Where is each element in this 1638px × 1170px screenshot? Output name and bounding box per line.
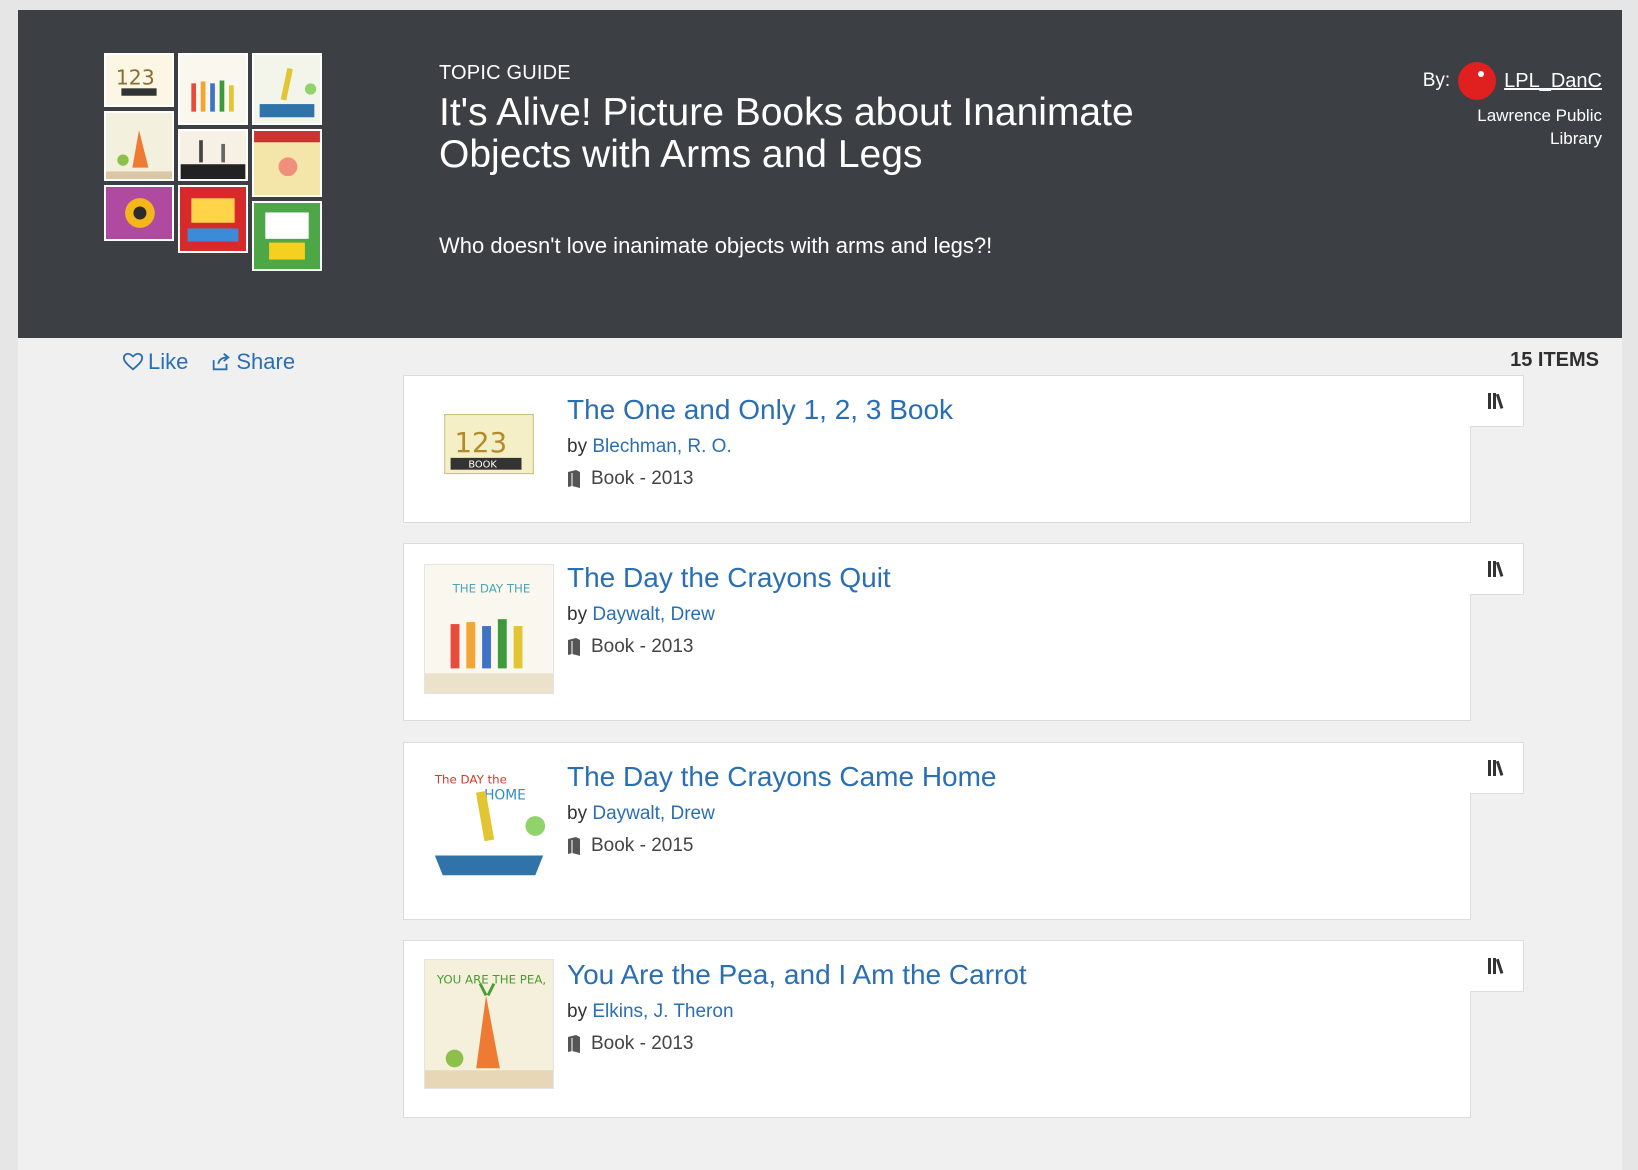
- collage-cover: [178, 53, 248, 125]
- item-format: Book - 2013: [567, 1033, 693, 1055]
- item-title-link[interactable]: The One and Only 1, 2, 3 Book: [567, 394, 953, 426]
- page-frame: 123 TOPIC GUIDE It's Alive! Picture Book…: [18, 10, 1622, 1170]
- share-button[interactable]: Share: [210, 349, 295, 375]
- author-link[interactable]: Daywalt, Drew: [592, 604, 714, 625]
- guide-description: Who doesn't love inanimate objects with …: [439, 233, 993, 258]
- book-icon: [568, 1035, 580, 1053]
- format-text: Book - 2013: [591, 1033, 694, 1054]
- cover-collage: 123: [104, 53, 344, 293]
- collage-cover: [104, 111, 174, 181]
- add-to-shelf-button[interactable]: [1470, 375, 1524, 427]
- format-text: Book - 2013: [591, 636, 694, 657]
- collage-cover: [104, 185, 174, 241]
- avatar[interactable]: [1458, 62, 1497, 100]
- by-text: by: [567, 436, 588, 457]
- by-text: by: [567, 803, 588, 824]
- like-button[interactable]: Like: [122, 349, 188, 375]
- bookshelf-icon: [1487, 561, 1503, 577]
- item-format: Book - 2015: [567, 835, 693, 857]
- by-label: By:: [1422, 70, 1451, 91]
- item-format: Book - 2013: [567, 636, 693, 658]
- like-label: Like: [148, 349, 189, 374]
- add-to-shelf-button[interactable]: [1470, 543, 1524, 595]
- list-item: THE DAY THE The Day the Crayons Quit by …: [403, 543, 1471, 721]
- collage-cover: [252, 201, 322, 271]
- author-organization: Lawrence Public Library: [1423, 104, 1602, 150]
- item-format: Book - 2013: [567, 468, 693, 490]
- svg-text:123: 123: [116, 66, 155, 90]
- svg-text:BOOK: BOOK: [468, 460, 497, 471]
- format-text: Book - 2015: [591, 835, 694, 856]
- item-author: by Daywalt, Drew: [567, 604, 715, 626]
- format-text: Book - 2013: [591, 468, 694, 489]
- collage-cover: 123: [104, 53, 174, 107]
- list-item: 123 BOOK The One and Only 1, 2, 3 Book by…: [403, 375, 1471, 523]
- book-icon: [568, 638, 580, 656]
- book-icon: [568, 837, 580, 855]
- author-link[interactable]: Daywalt, Drew: [592, 803, 714, 824]
- svg-text:123: 123: [455, 427, 508, 459]
- item-title-link[interactable]: The Day the Crayons Came Home: [567, 761, 997, 793]
- collage-cover: [252, 129, 322, 197]
- topic-guide-label: TOPIC GUIDE: [439, 62, 571, 84]
- items-count: 15 ITEMS: [1510, 349, 1599, 371]
- svg-text:HOME: HOME: [484, 787, 526, 803]
- book-cover[interactable]: THE DAY THE: [424, 564, 554, 694]
- byline: By: LPL_DanC Lawrence Public Library: [1423, 62, 1602, 150]
- item-author: by Blechman, R. O.: [567, 436, 732, 458]
- page-title: It's Alive! Picture Books about Inanimat…: [439, 91, 1134, 176]
- author-link[interactable]: LPL_DanC: [1504, 70, 1602, 93]
- author-link[interactable]: Elkins, J. Theron: [592, 1001, 733, 1022]
- by-text: by: [567, 604, 588, 625]
- share-icon: [213, 353, 231, 371]
- svg-text:The DAY the: The DAY the: [434, 773, 507, 787]
- item-author: by Daywalt, Drew: [567, 803, 715, 825]
- item-title-link[interactable]: You Are the Pea, and I Am the Carrot: [567, 959, 1027, 991]
- add-to-shelf-button[interactable]: [1470, 940, 1524, 992]
- organization-line: Lawrence Public: [1477, 106, 1602, 125]
- book-icon: [568, 470, 580, 488]
- guide-actions: Like Share: [122, 349, 295, 375]
- list-item: YOU ARE THE PEA, You Are the Pea, and I …: [403, 940, 1471, 1118]
- collage-cover: [178, 185, 248, 253]
- book-cover[interactable]: The DAY the HOME: [424, 761, 554, 891]
- item-title-link[interactable]: The Day the Crayons Quit: [567, 562, 891, 594]
- by-text: by: [567, 1001, 588, 1022]
- list-item: The DAY the HOME The Day the Crayons Came…: [403, 742, 1471, 920]
- book-cover[interactable]: YOU ARE THE PEA,: [424, 959, 554, 1089]
- item-author: by Elkins, J. Theron: [567, 1001, 734, 1023]
- collage-cover: [252, 53, 322, 125]
- topic-guide-header: 123 TOPIC GUIDE It's Alive! Picture Book…: [18, 10, 1622, 338]
- add-to-shelf-button[interactable]: [1470, 742, 1524, 794]
- svg-text:THE DAY THE: THE DAY THE: [452, 582, 531, 596]
- share-label: Share: [236, 349, 296, 374]
- bookshelf-icon: [1487, 760, 1503, 776]
- bookshelf-icon: [1487, 958, 1503, 974]
- bookshelf-icon: [1487, 393, 1503, 409]
- organization-line: Library: [1550, 129, 1602, 148]
- author-link[interactable]: Blechman, R. O.: [592, 436, 731, 457]
- collage-cover: [178, 129, 248, 181]
- heart-icon: [122, 352, 144, 371]
- book-cover[interactable]: 123 BOOK: [424, 384, 554, 514]
- svg-text:YOU ARE THE PEA,: YOU ARE THE PEA,: [436, 973, 546, 987]
